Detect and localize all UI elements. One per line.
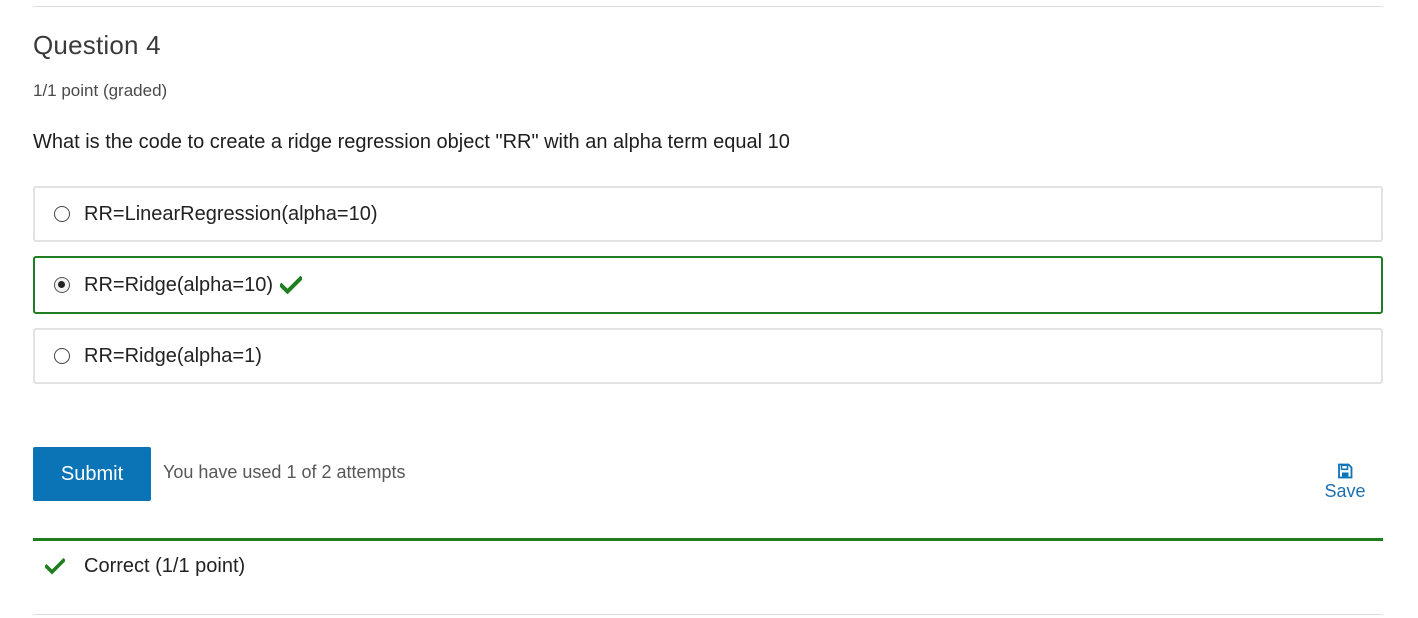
answer-option-1[interactable]: RR=LinearRegression(alpha=10) [33, 186, 1383, 242]
top-divider [33, 6, 1383, 7]
attempts-text: You have used 1 of 2 attempts [163, 462, 406, 482]
answer-option-label: RR=Ridge(alpha=10) [84, 273, 274, 296]
bottom-divider [33, 614, 1383, 615]
answer-option-3[interactable]: RR=Ridge(alpha=1) [33, 328, 1383, 384]
answer-options: RR=LinearRegression(alpha=10) RR=Ridge(a… [33, 186, 1383, 398]
save-label: Save [1324, 481, 1366, 501]
radio-button-selected[interactable] [54, 277, 70, 293]
submit-button[interactable]: Submit [33, 447, 151, 501]
result-status: Correct (1/1 point) [84, 555, 246, 577]
answer-option-label: RR=LinearRegression(alpha=10) [84, 202, 378, 225]
question-prompt: What is the code to create a ridge regre… [33, 131, 790, 153]
check-icon [45, 558, 65, 575]
answer-option-label: RR=Ridge(alpha=1) [84, 344, 262, 367]
radio-button[interactable] [54, 348, 70, 364]
result-divider [33, 538, 1383, 541]
answer-option-2[interactable]: RR=Ridge(alpha=10) [33, 256, 1383, 314]
question-points: 1/1 point (graded) [33, 81, 168, 100]
floppy-disk-icon [1338, 463, 1353, 479]
radio-button[interactable] [54, 206, 70, 222]
question-title: Question 4 [33, 30, 161, 60]
save-button[interactable]: Save [1318, 463, 1372, 502]
check-icon [280, 276, 303, 294]
